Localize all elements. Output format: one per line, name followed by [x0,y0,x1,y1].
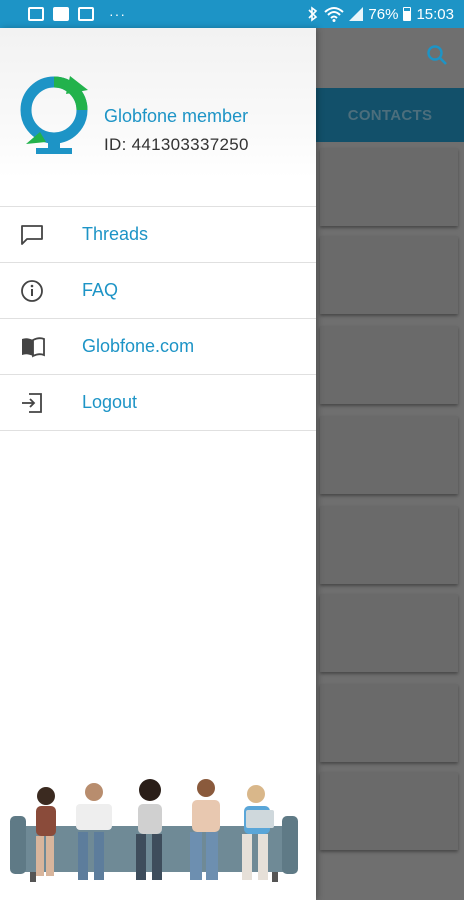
menu-item-threads[interactable]: Threads [0,207,316,263]
signal-icon [349,7,364,21]
image-notification-icon [78,7,94,21]
drawer-menu: Threads FAQ Globfone.com Logout [0,206,316,431]
navigation-drawer: Globfone member ID: 441303337250 Threads… [0,28,316,900]
book-icon [0,336,82,358]
menu-item-logout[interactable]: Logout [0,375,316,431]
app-notification-icon [53,7,69,21]
contact-card[interactable] [320,594,458,672]
contact-card[interactable] [320,684,458,762]
tab-contacts[interactable]: CONTACTS [316,88,464,142]
search-icon[interactable] [426,44,448,66]
menu-item-label: Globfone.com [82,336,195,356]
menu-item-faq[interactable]: FAQ [0,263,316,319]
logout-icon [0,391,82,415]
menu-item-label: Threads [82,224,149,244]
chat-icon [0,224,82,246]
member-id-value: 441303337250 [131,135,249,154]
member-id-label: ID: [104,135,127,154]
info-icon [0,279,82,303]
menu-item-label: FAQ [82,280,119,300]
clock: 15:03 [416,5,454,23]
contact-card[interactable] [320,772,458,850]
contact-card[interactable] [320,236,458,314]
background-app-scrim[interactable]: CONTACTS [316,28,464,900]
people-on-sofa-illustration [10,779,298,882]
background-toolbar [316,28,464,88]
menu-item-globfone-com[interactable]: Globfone.com [0,319,316,375]
bluetooth-icon [308,6,318,22]
more-notifications-icon: ··· [109,6,126,22]
status-bar: ··· 76% 15:03 [0,0,464,28]
member-id: ID: 441303337250 [104,135,249,155]
drawer-header: Globfone member ID: 441303337250 [0,28,316,178]
contact-card[interactable] [320,506,458,584]
contact-card[interactable] [320,326,458,404]
message-notification-icon [28,7,44,21]
contact-card[interactable] [320,148,458,226]
contact-card[interactable] [320,416,458,494]
battery-icon [403,7,412,21]
menu-item-label: Logout [82,392,138,412]
battery-percent: 76% [368,5,399,23]
member-title: Globfone member [104,106,249,126]
globfone-logo-icon [20,76,88,154]
wifi-icon [324,7,345,22]
